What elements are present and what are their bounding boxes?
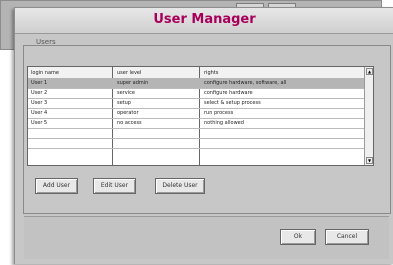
cell-level: service (117, 90, 135, 96)
cell-level: setup (117, 100, 131, 106)
cell-login: User 2 (31, 90, 48, 96)
cell-level: super admin (117, 80, 149, 86)
scroll-down-icon[interactable]: ▼ (366, 157, 373, 164)
cell-login: User 1 (31, 80, 48, 86)
cell-rights: configure hardware (204, 90, 253, 96)
ok-button[interactable]: Ok (280, 229, 316, 245)
empty-table-row[interactable] (28, 138, 373, 149)
cell-rights: run process (204, 110, 234, 116)
cell-level: no access (117, 120, 142, 126)
title-bar: User Manager (15, 8, 393, 34)
cell-rights: select & setup process (204, 100, 261, 106)
delete-user-button[interactable]: Delete User (155, 178, 205, 194)
add-user-button[interactable]: Add User (35, 178, 78, 194)
cell-login: User 5 (31, 120, 48, 126)
edit-user-button[interactable]: Edit User (93, 178, 136, 194)
user-manager-window: User Manager Users login name user level… (14, 7, 393, 264)
cell-rights: nothing allowed (204, 120, 244, 126)
table-scrollbar[interactable]: ▲ ▼ (364, 67, 373, 165)
users-table: login name user level rights User 1 supe… (27, 66, 374, 166)
header-login-name: login name (31, 70, 59, 76)
cell-level: operator (117, 110, 139, 116)
header-user-level: user level (117, 70, 142, 76)
cell-rights: configure hardware, software, all (204, 80, 287, 86)
cell-login: User 4 (31, 110, 48, 116)
header-rights: rights (204, 70, 219, 76)
cancel-button[interactable]: Cancel (325, 229, 369, 245)
cell-login: User 3 (31, 100, 48, 106)
scroll-up-icon[interactable]: ▲ (366, 68, 373, 75)
window-title: User Manager (153, 12, 256, 27)
